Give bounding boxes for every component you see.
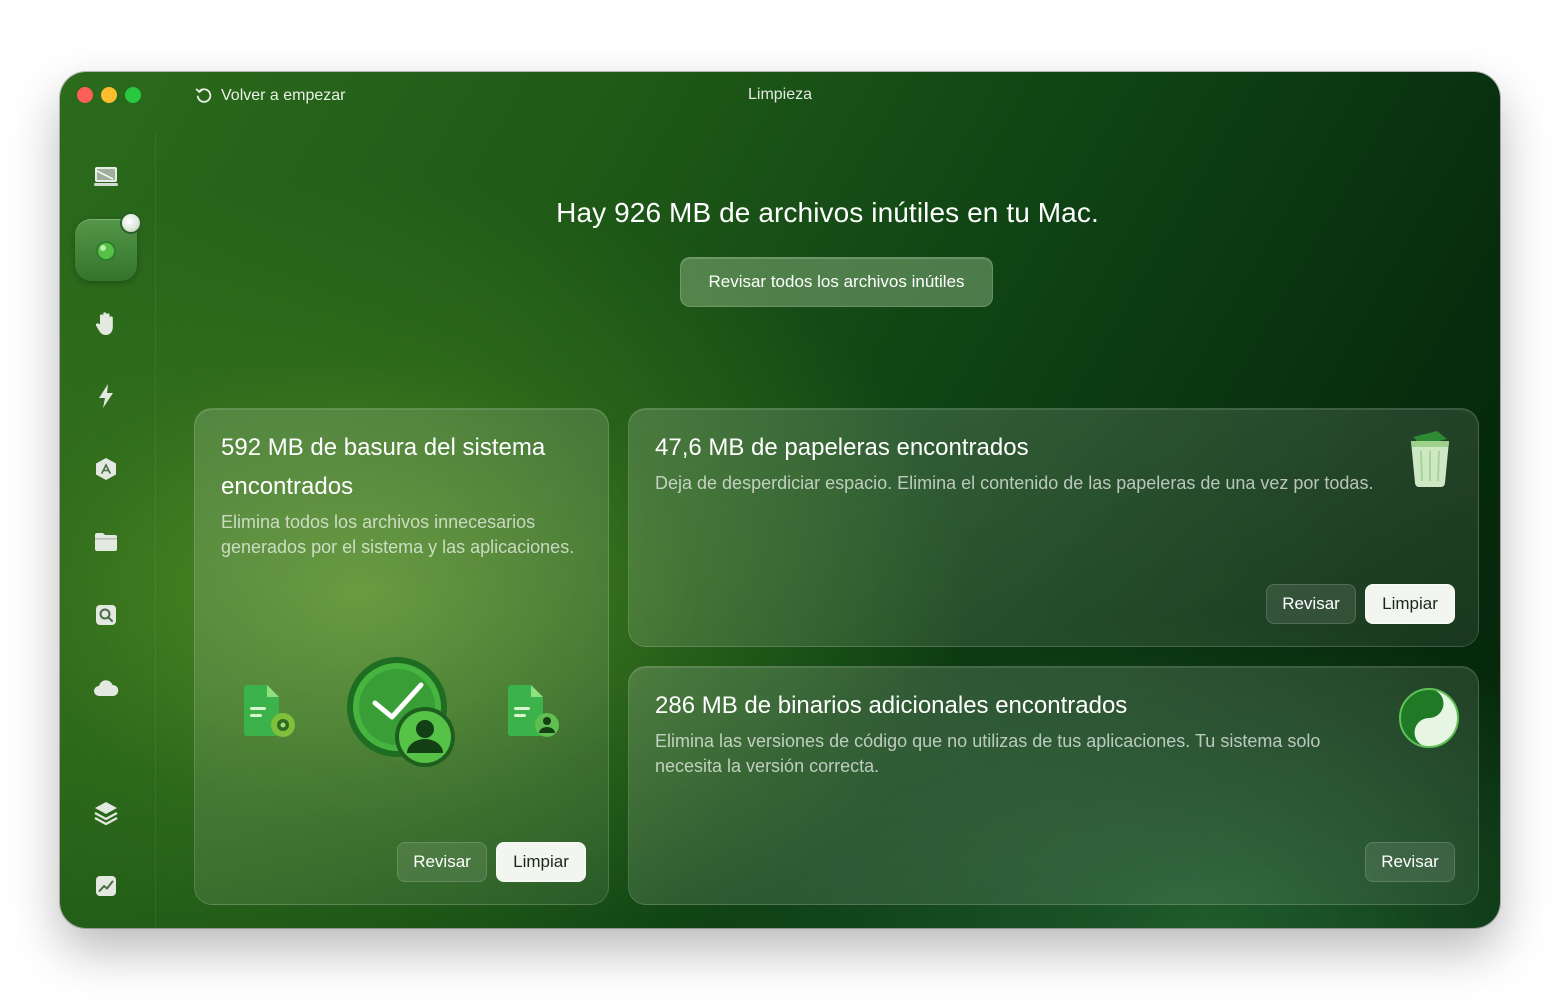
chart-icon <box>96 876 116 896</box>
app-store-icon <box>96 458 116 480</box>
cleanup-icon <box>96 241 116 261</box>
notification-badge <box>122 214 140 232</box>
lightning-icon <box>99 384 113 408</box>
binaries-review-button[interactable]: Revisar <box>1365 842 1455 882</box>
trash-card: 47,6 MB de papeleras encontrados Deja de… <box>628 408 1479 647</box>
binary-yin-yang-icon <box>1399 688 1459 748</box>
trash-bin-icon <box>1411 431 1449 487</box>
sidebar-item-space-lens[interactable] <box>75 584 137 646</box>
sidebar-item-cleanup[interactable] <box>75 214 140 281</box>
sidebar <box>60 132 156 928</box>
system-junk-clean-button[interactable]: Limpiar <box>496 842 586 882</box>
trash-title: 47,6 MB de papeleras encontrados <box>655 434 1029 461</box>
system-junk-title-line1: 592 MB de basura del sistema <box>221 434 546 461</box>
document-settings-icon <box>244 685 295 737</box>
system-junk-description: Elimina todos los archivos innecesarios … <box>221 512 575 557</box>
sidebar-item-my-tools[interactable] <box>75 782 137 844</box>
system-junk-review-button[interactable]: Revisar <box>397 842 487 882</box>
review-all-button[interactable]: Revisar todos los archivos inútiles <box>680 257 993 307</box>
clock-user-icon <box>347 657 455 767</box>
sidebar-item-applications[interactable] <box>75 438 137 500</box>
binaries-description: Elimina las versiones de código que no u… <box>655 731 1321 776</box>
system-junk-title: 592 MB de basura del sistema encontrados <box>221 428 591 506</box>
sidebar-item-files[interactable] <box>75 511 137 573</box>
trash-clean-button[interactable]: Limpiar <box>1365 584 1455 624</box>
sidebar-item-smart-scan[interactable] <box>75 146 137 208</box>
page-headline: Hay 926 MB de archivos inútiles en tu Ma… <box>556 197 1099 228</box>
layers-icon <box>94 802 118 826</box>
trash-description: Deja de desperdiciar espacio. Elimina el… <box>655 473 1374 493</box>
hand-icon <box>95 312 113 335</box>
cloud-icon <box>94 680 119 696</box>
document-user-icon <box>508 685 559 737</box>
disk-search-icon <box>96 605 116 625</box>
sidebar-item-performance[interactable] <box>75 365 137 427</box>
system-junk-card: 592 MB de basura del sistema encontrados… <box>194 408 609 905</box>
trash-review-button[interactable]: Revisar <box>1266 584 1356 624</box>
binaries-card: 286 MB de binarios adicionales encontrad… <box>628 666 1479 905</box>
app-window: Volver a empezar Limpieza Hay 926 MB de … <box>60 72 1500 928</box>
sidebar-item-cloud[interactable] <box>75 657 137 719</box>
folder-icon <box>95 533 117 551</box>
sidebar-item-assistant[interactable] <box>75 855 137 917</box>
monitor-icon <box>94 167 118 186</box>
sidebar-item-protection[interactable] <box>75 292 137 354</box>
window-title: Limpieza <box>747 86 813 103</box>
system-junk-title-line2: encontrados <box>221 473 354 500</box>
binaries-title: 286 MB de binarios adicionales encontrad… <box>655 692 1128 719</box>
